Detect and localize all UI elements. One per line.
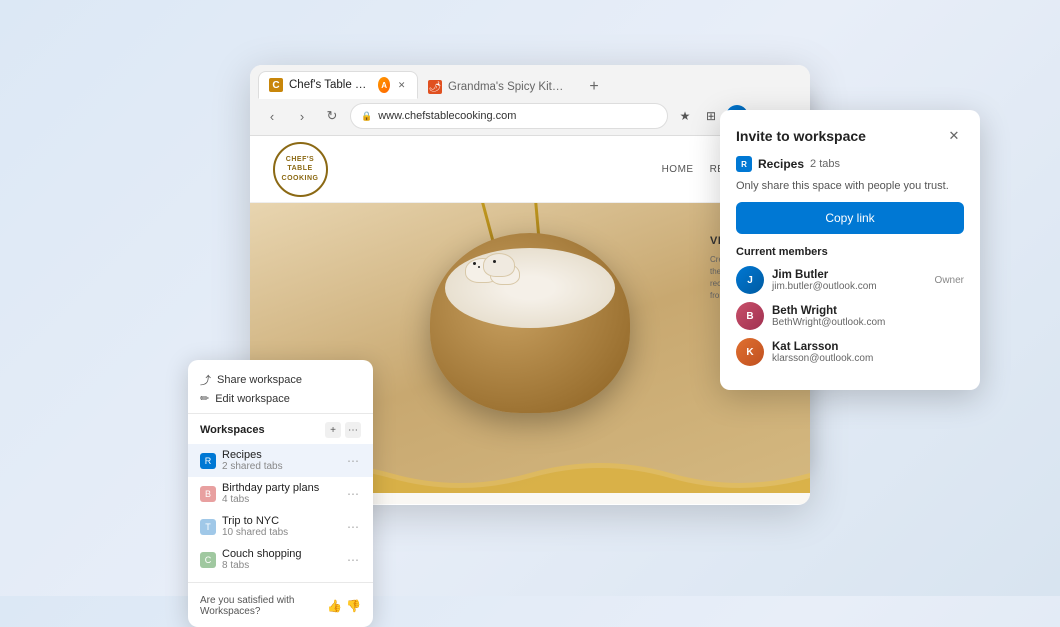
edit-icon: ✏ — [200, 392, 209, 405]
grandmas-kitchen-favicon: 🌶 — [428, 80, 442, 94]
site-logo: CHEF'S TABLE COOKING — [270, 144, 330, 194]
current-members-label: Current members — [736, 246, 964, 258]
ws-header-icons: + ⋯ — [325, 422, 361, 438]
workspaces-panel: ⤴ Share workspace ✏ Edit workspace Works… — [188, 360, 373, 627]
share-workspace-label: Share workspace — [217, 374, 302, 386]
couch-workspace-text: Couch shopping 8 tabs — [222, 548, 345, 571]
feedback-icons: 👍 👎 — [327, 599, 361, 613]
invite-ws-tabs: 2 tabs — [810, 158, 840, 170]
share-icon: ⤴ — [200, 372, 211, 388]
feedback-text: Are you satisfied with Workspaces? — [200, 595, 317, 617]
nav-home[interactable]: HOME — [662, 164, 694, 175]
thumbs-down-icon[interactable]: 👎 — [346, 599, 361, 613]
birthday-name: Birthday party plans — [222, 482, 345, 494]
couch-name: Couch shopping — [222, 548, 345, 560]
member-name-kat: Kat Larsson — [772, 341, 956, 353]
bowl — [430, 233, 630, 413]
workspace-item-trip[interactable]: T Trip to NYC 10 shared tabs ⋯ — [188, 510, 373, 543]
member-role-jim: Owner — [935, 275, 964, 286]
ws-divider-1 — [188, 413, 373, 414]
thumbs-up-icon[interactable]: 👍 — [327, 599, 342, 613]
trip-workspace-text: Trip to NYC 10 shared tabs — [222, 515, 345, 538]
ws-divider-2 — [188, 582, 373, 583]
tab-chefs-table[interactable]: C Chef's Table Cooking A ✕ — [258, 71, 418, 99]
couch-more-btn[interactable]: ⋯ — [345, 553, 361, 567]
chefs-table-favicon: C — [269, 78, 283, 92]
trip-more-btn[interactable]: ⋯ — [345, 520, 361, 534]
lock-icon: 🔒 — [361, 111, 372, 122]
member-info-beth: Beth Wright BethWright@outlook.com — [772, 305, 956, 328]
address-text: www.chefstablecooking.com — [378, 110, 516, 122]
edit-workspace-btn[interactable]: ✏ Edit workspace — [188, 390, 373, 407]
bowl-inner — [445, 248, 615, 328]
couch-tabs: 8 tabs — [222, 560, 345, 571]
workspaces-title: Workspaces — [200, 424, 265, 436]
recipes-workspace-icon: R — [200, 453, 216, 469]
trip-workspace-icon: T — [200, 519, 216, 535]
address-bar[interactable]: 🔒 www.chefstablecooking.com — [350, 103, 668, 129]
member-row-beth: B Beth Wright BethWright@outlook.com — [736, 302, 964, 330]
member-avatar-kat: K — [736, 338, 764, 366]
recipes-tabs: 2 shared tabs — [222, 461, 345, 472]
invite-title: Invite to workspace — [736, 128, 866, 144]
tab1-avatar: A — [378, 77, 390, 93]
star-icon[interactable]: ★ — [674, 105, 696, 127]
member-row-kat: K Kat Larsson klarsson@outlook.com — [736, 338, 964, 366]
recipes-name: Recipes — [222, 449, 345, 461]
back-btn[interactable]: ‹ — [260, 104, 284, 128]
member-avatar-jim: J — [736, 266, 764, 294]
share-workspace-btn[interactable]: ⤴ Share workspace — [188, 370, 373, 390]
member-email-kat: klarsson@outlook.com — [772, 353, 956, 364]
tab-grandmas-kitchen[interactable]: 🌶 Grandma's Spicy Kitchen — [418, 75, 578, 99]
recipes-workspace-text: Recipes 2 shared tabs — [222, 449, 345, 472]
invite-panel: Invite to workspace ✕ R Recipes 2 tabs O… — [720, 110, 980, 390]
workspace-item-recipes[interactable]: R Recipes 2 shared tabs ⋯ — [188, 444, 373, 477]
invite-close-btn[interactable]: ✕ — [944, 126, 964, 146]
invite-description: Only share this space with people you tr… — [736, 180, 964, 192]
recipes-more-btn[interactable]: ⋯ — [345, 454, 361, 468]
tab2-title: Grandma's Spicy Kitchen — [448, 81, 568, 93]
birthday-tabs: 4 tabs — [222, 494, 345, 505]
workspace-item-birthday[interactable]: B Birthday party plans 4 tabs ⋯ — [188, 477, 373, 510]
member-name-beth: Beth Wright — [772, 305, 956, 317]
birthday-workspace-icon: B — [200, 486, 216, 502]
tab1-title: Chef's Table Cooking — [289, 79, 372, 91]
new-tab-button[interactable]: + — [582, 75, 606, 99]
tab1-close-btn[interactable]: ✕ — [396, 78, 407, 92]
tab-bar: C Chef's Table Cooking A ✕ 🌶 Grandma's S… — [250, 65, 810, 99]
member-info-jim: Jim Butler jim.butler@outlook.com — [772, 269, 927, 292]
member-email-beth: BethWright@outlook.com — [772, 317, 956, 328]
copy-link-btn[interactable]: Copy link — [736, 202, 964, 234]
edit-workspace-label: Edit workspace — [215, 393, 290, 405]
trip-name: Trip to NYC — [222, 515, 345, 527]
member-name-jim: Jim Butler — [772, 269, 927, 281]
ws-more-btn[interactable]: ⋯ — [345, 422, 361, 438]
member-email-jim: jim.butler@outlook.com — [772, 281, 927, 292]
reload-btn[interactable]: ↻ — [320, 104, 344, 128]
member-avatar-beth: B — [736, 302, 764, 330]
workspace-item-couch[interactable]: C Couch shopping 8 tabs ⋯ — [188, 543, 373, 576]
member-row-jim: J Jim Butler jim.butler@outlook.com Owne… — [736, 266, 964, 294]
forward-btn[interactable]: › — [290, 104, 314, 128]
invite-workspace-row: R Recipes 2 tabs — [736, 156, 964, 172]
invite-ws-name: Recipes — [758, 157, 804, 171]
ws-add-btn[interactable]: + — [325, 422, 341, 438]
birthday-workspace-text: Birthday party plans 4 tabs — [222, 482, 345, 505]
member-info-kat: Kat Larsson klarsson@outlook.com — [772, 341, 956, 364]
trip-tabs: 10 shared tabs — [222, 527, 345, 538]
workspace-icon[interactable]: ⊞ — [700, 105, 722, 127]
workspaces-header: Workspaces + ⋯ — [188, 420, 373, 440]
feedback-row: Are you satisfied with Workspaces? 👍 👎 — [188, 589, 373, 619]
birthday-more-btn[interactable]: ⋯ — [345, 487, 361, 501]
logo-circle: CHEF'S TABLE COOKING — [273, 142, 328, 197]
invite-ws-icon: R — [736, 156, 752, 172]
couch-workspace-icon: C — [200, 552, 216, 568]
invite-header: Invite to workspace ✕ — [736, 126, 964, 146]
